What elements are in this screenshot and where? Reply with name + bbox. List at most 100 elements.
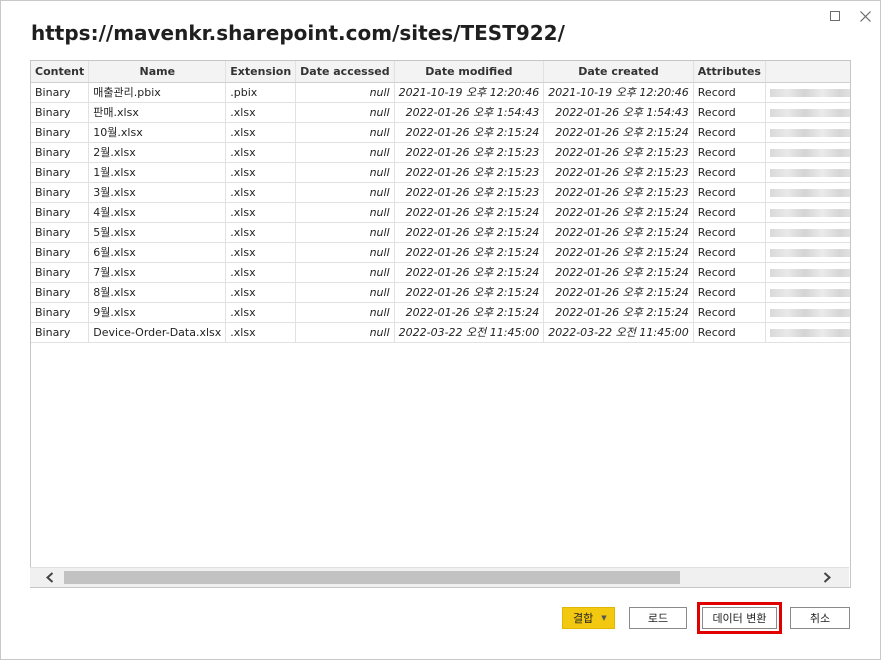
cell-date-modified[interactable]: 2022-01-26 오후 2:15:24 [394, 302, 545, 323]
cell-content[interactable]: Binary [31, 282, 90, 303]
cell-content[interactable]: Binary [31, 122, 90, 143]
table-row[interactable]: Binary 6월.xlsx .xlsx null 2022-01-26 오후 2:15… [31, 242, 850, 263]
cell-date-modified[interactable]: 2022-01-26 오후 2:15:24 [394, 122, 545, 143]
cell-date-modified[interactable]: 2022-01-26 오후 2:15:24 [394, 282, 545, 303]
cell-date-accessed[interactable]: null [295, 242, 395, 263]
close-button[interactable] [856, 7, 874, 25]
cell-extension[interactable]: .xlsx [225, 122, 297, 143]
cell-attributes[interactable]: Record [693, 282, 766, 303]
cell-date-accessed[interactable]: null [295, 182, 395, 203]
cell-attributes[interactable]: Record [693, 322, 766, 343]
cell-date-created[interactable]: 2022-01-26 오후 1:54:43 [543, 102, 694, 123]
cell-content[interactable]: Binary [31, 162, 90, 183]
cell-date-created[interactable]: 2022-01-26 오후 2:15:23 [543, 182, 694, 203]
column-header-attributes[interactable]: Attributes [693, 61, 766, 83]
cell-date-created[interactable]: 2022-01-26 오후 2:15:24 [543, 202, 694, 223]
cell-attributes[interactable]: Record [693, 162, 766, 183]
cell-date-modified[interactable]: 2022-01-26 오후 2:15:24 [394, 222, 545, 243]
cell-attributes[interactable]: Record [693, 242, 766, 263]
cell-date-modified[interactable]: 2022-01-26 오후 2:15:23 [394, 142, 545, 163]
table-row[interactable]: Binary 9월.xlsx .xlsx null 2022-01-26 오후 2:15… [31, 302, 850, 323]
cell-content[interactable]: Binary [31, 202, 90, 223]
table-row[interactable]: Binary 10월.xlsx .xlsx null 2022-01-26 오후 2:1… [31, 122, 850, 143]
cell-date-accessed[interactable]: null [295, 82, 395, 103]
table-row[interactable]: Binary 판매.xlsx .xlsx null 2022-01-26 오후 1:54… [31, 102, 850, 123]
cell-date-created[interactable]: 2022-01-26 오후 2:15:24 [543, 222, 694, 243]
cell-name[interactable]: 10월.xlsx [88, 122, 227, 143]
cell-content[interactable]: Binary [31, 262, 90, 283]
column-header-name[interactable]: Name [88, 61, 227, 83]
table-row[interactable]: Binary 4월.xlsx .xlsx null 2022-01-26 오후 2:15… [31, 202, 850, 223]
cell-date-created[interactable]: 2022-01-26 오후 2:15:23 [543, 142, 694, 163]
scroll-left-button[interactable] [40, 568, 60, 587]
cell-attributes[interactable]: Record [693, 82, 766, 103]
cell-extension[interactable]: .xlsx [225, 142, 297, 163]
cell-date-created[interactable]: 2022-01-26 오후 2:15:24 [543, 282, 694, 303]
load-button[interactable]: 로드 [629, 607, 687, 629]
cell-content[interactable]: Binary [31, 302, 90, 323]
combine-button[interactable]: 결합 ▼ [562, 607, 615, 629]
cell-date-created[interactable]: 2021-10-19 오후 12:20:46 [543, 82, 694, 103]
cell-extension[interactable]: .xlsx [225, 102, 297, 123]
cell-extension[interactable]: .pbix [225, 82, 297, 103]
scroll-right-button[interactable] [817, 568, 837, 587]
cell-date-created[interactable]: 2022-01-26 오후 2:15:23 [543, 162, 694, 183]
cell-date-accessed[interactable]: null [295, 122, 395, 143]
cell-date-created[interactable]: 2022-03-22 오전 11:45:00 [543, 322, 694, 343]
cell-extension[interactable]: .xlsx [225, 302, 297, 323]
column-header-folder-path[interactable]: Fo [765, 61, 850, 83]
cell-content[interactable]: Binary [31, 222, 90, 243]
table-row[interactable]: Binary 8월.xlsx .xlsx null 2022-01-26 오후 2:15… [31, 282, 850, 303]
cell-date-modified[interactable]: 2022-01-26 오후 2:15:24 [394, 242, 545, 263]
table-row[interactable]: Binary 5월.xlsx .xlsx null 2022-01-26 오후 2:15… [31, 222, 850, 243]
cell-attributes[interactable]: Record [693, 142, 766, 163]
cell-extension[interactable]: .xlsx [225, 242, 297, 263]
column-header-date-modified[interactable]: Date modified [394, 61, 545, 83]
cell-date-modified[interactable]: 2022-01-26 오후 1:54:43 [394, 102, 545, 123]
cancel-button[interactable]: 취소 [790, 607, 850, 629]
cell-extension[interactable]: .xlsx [225, 282, 297, 303]
cell-name[interactable]: Device-Order-Data.xlsx [88, 322, 227, 343]
cell-date-accessed[interactable]: null [295, 262, 395, 283]
cell-attributes[interactable]: Record [693, 262, 766, 283]
cell-name[interactable]: 1월.xlsx [88, 162, 227, 183]
cell-attributes[interactable]: Record [693, 182, 766, 203]
cell-name[interactable]: 판매.xlsx [88, 102, 227, 123]
cell-date-accessed[interactable]: null [295, 322, 395, 343]
cell-date-modified[interactable]: 2022-01-26 오후 2:15:23 [394, 182, 545, 203]
horizontal-scrollbar[interactable] [30, 567, 849, 587]
cell-name[interactable]: 8월.xlsx [88, 282, 227, 303]
cell-content[interactable]: Binary [31, 142, 90, 163]
cell-content[interactable]: Binary [31, 82, 90, 103]
cell-attributes[interactable]: Record [693, 122, 766, 143]
column-header-date-accessed[interactable]: Date accessed [295, 61, 395, 83]
cell-name[interactable]: 9월.xlsx [88, 302, 227, 323]
cell-date-accessed[interactable]: null [295, 302, 395, 323]
cell-date-modified[interactable]: 2022-03-22 오전 11:45:00 [394, 322, 545, 343]
cell-extension[interactable]: .xlsx [225, 222, 297, 243]
cell-date-accessed[interactable]: null [295, 162, 395, 183]
table-row[interactable]: Binary 7월.xlsx .xlsx null 2022-01-26 오후 2:15… [31, 262, 850, 283]
cell-date-accessed[interactable]: null [295, 202, 395, 223]
cell-date-created[interactable]: 2022-01-26 오후 2:15:24 [543, 242, 694, 263]
cell-date-created[interactable]: 2022-01-26 오후 2:15:24 [543, 262, 694, 283]
cell-extension[interactable]: .xlsx [225, 322, 297, 343]
cell-name[interactable]: 2월.xlsx [88, 142, 227, 163]
transform-data-button[interactable]: 데이터 변환 [702, 607, 777, 629]
cell-date-modified[interactable]: 2021-10-19 오후 12:20:46 [394, 82, 545, 103]
cell-content[interactable]: Binary [31, 242, 90, 263]
column-header-date-created[interactable]: Date created [543, 61, 694, 83]
table-row[interactable]: Binary 1월.xlsx .xlsx null 2022-01-26 오후 2:15… [31, 162, 850, 183]
cell-attributes[interactable]: Record [693, 202, 766, 223]
table-row[interactable]: Binary 2월.xlsx .xlsx null 2022-01-26 오후 2:15… [31, 142, 850, 163]
table-row[interactable]: Binary Device-Order-Data.xlsx .xlsx null 202… [31, 322, 850, 343]
table-row[interactable]: Binary 3월.xlsx .xlsx null 2022-01-26 오후 2:15… [31, 182, 850, 203]
cell-name[interactable]: 4월.xlsx [88, 202, 227, 223]
cell-name[interactable]: 6월.xlsx [88, 242, 227, 263]
cell-date-accessed[interactable]: null [295, 282, 395, 303]
cell-content[interactable]: Binary [31, 322, 90, 343]
cell-attributes[interactable]: Record [693, 102, 766, 123]
cell-date-created[interactable]: 2022-01-26 오후 2:15:24 [543, 302, 694, 323]
cell-date-accessed[interactable]: null [295, 142, 395, 163]
table-row[interactable]: Binary 매출관리.pbix .pbix null 2021-10-19 오후 12… [31, 82, 850, 103]
